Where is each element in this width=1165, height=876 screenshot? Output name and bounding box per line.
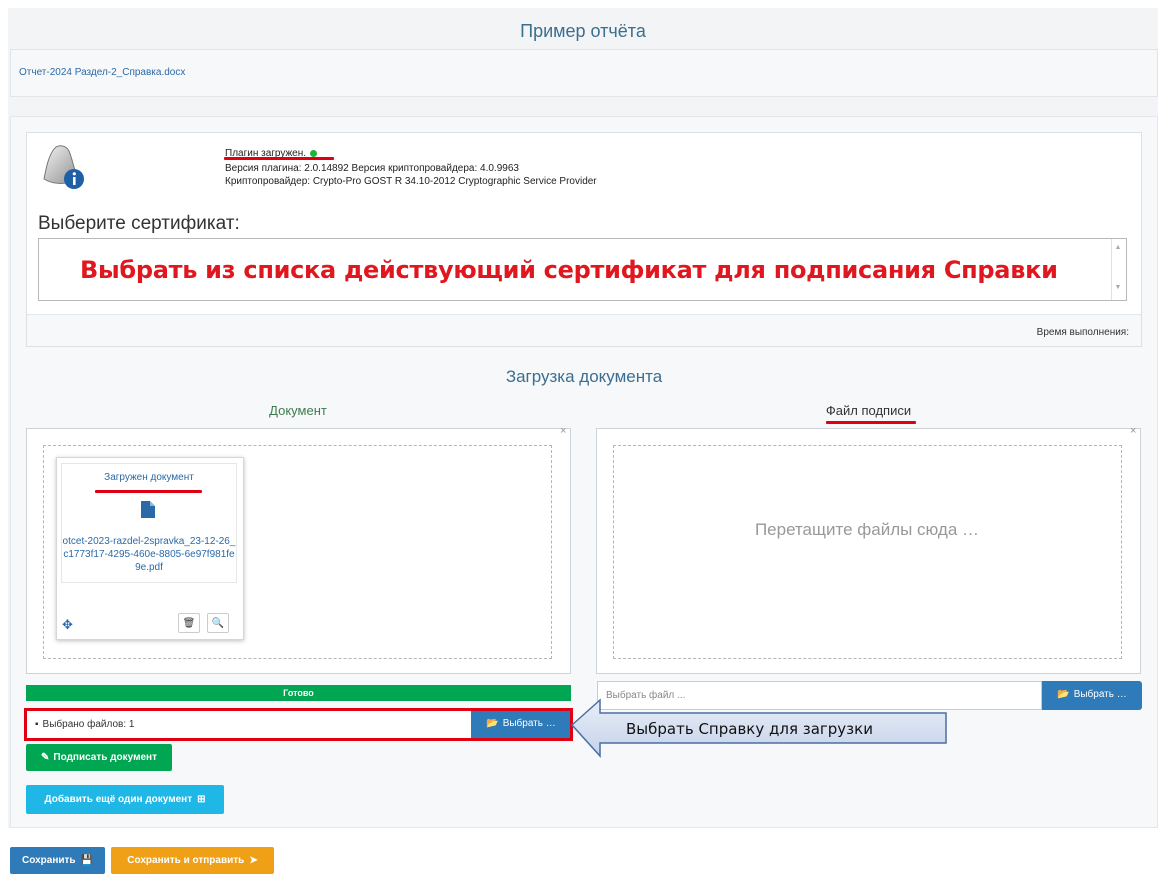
scroll-up-icon[interactable]: ▲ bbox=[1113, 244, 1123, 252]
floppy-disk-icon: 💾 bbox=[80, 855, 93, 866]
save-and-send-button[interactable]: Сохранить и отправить ➤ bbox=[111, 847, 274, 874]
certificate-annotation: Выбрать из списка действующий сертификат… bbox=[80, 256, 1058, 284]
file-icon bbox=[141, 501, 155, 518]
annotation-callout-text: Выбрать Справку для загрузки bbox=[626, 720, 873, 738]
add-document-label: Добавить ещё один документ bbox=[44, 794, 193, 805]
document-file-name[interactable]: otcet-2023-razdel-2spravka_23-12-26_c177… bbox=[62, 535, 236, 574]
annotation-underline bbox=[826, 421, 916, 424]
plugin-version: Версия плагина: 2.0.14892 Версия криптоп… bbox=[225, 163, 519, 174]
zoom-button[interactable]: 🔍 bbox=[207, 613, 229, 633]
document-column-heading: Документ bbox=[269, 403, 327, 418]
crypto-provider: Криптопровайдер: Crypto-Pro GOST R 34.10… bbox=[225, 176, 597, 187]
upload-heading: Загрузка документа bbox=[505, 367, 663, 386]
save-button[interactable]: Сохранить 💾 bbox=[10, 847, 105, 874]
certificate-panel-footer bbox=[27, 314, 1141, 346]
close-icon[interactable]: × bbox=[560, 425, 566, 437]
sign-label: Подписать документ bbox=[53, 752, 157, 763]
zoom-in-icon: 🔍 bbox=[211, 618, 225, 629]
status-ok-icon bbox=[310, 149, 318, 157]
save-label: Сохранить bbox=[22, 855, 76, 866]
signature-dropzone-area bbox=[613, 445, 1122, 659]
plugin-info-icon bbox=[43, 145, 84, 189]
annotation-underline bbox=[95, 490, 202, 493]
annotation-highlight-box bbox=[24, 708, 573, 741]
annotation-underline bbox=[224, 157, 334, 160]
save-send-label: Сохранить и отправить bbox=[127, 855, 245, 866]
trash-icon: 🗑 bbox=[182, 618, 196, 629]
send-icon: ➤ bbox=[249, 855, 258, 866]
folder-open-icon: 📂 bbox=[1057, 689, 1070, 700]
report-file-link[interactable]: Отчет-2024 Раздел-2_Справка.docx bbox=[19, 67, 185, 78]
signature-column-heading: Файл подписи bbox=[825, 403, 912, 418]
signature-browse-button[interactable]: 📂 Выбрать … bbox=[1042, 681, 1142, 710]
plus-square-icon: ⊞ bbox=[197, 794, 206, 805]
delete-button[interactable]: 🗑 bbox=[178, 613, 200, 633]
scroll-down-icon[interactable]: ▼ bbox=[1113, 284, 1123, 292]
upload-progress-bar: Готово bbox=[26, 685, 571, 701]
add-document-button[interactable]: Добавить ещё один документ ⊞ bbox=[26, 785, 224, 814]
certificate-label: Выберите сертификат: bbox=[38, 213, 240, 234]
sign-document-button[interactable]: ✎ Подписать документ bbox=[26, 744, 172, 771]
document-card-title: Загружен документ bbox=[104, 472, 194, 483]
execution-time-label: Время выполнения: bbox=[1036, 327, 1129, 338]
browse-label: Выбрать … bbox=[1073, 689, 1127, 700]
drop-hint: Перетащите файлы сюда … bbox=[754, 520, 980, 539]
close-icon[interactable]: × bbox=[1130, 425, 1136, 437]
move-icon[interactable]: ✥ bbox=[62, 617, 73, 633]
edit-icon: ✎ bbox=[41, 752, 50, 763]
page-title: Пример отчёта bbox=[520, 21, 646, 41]
